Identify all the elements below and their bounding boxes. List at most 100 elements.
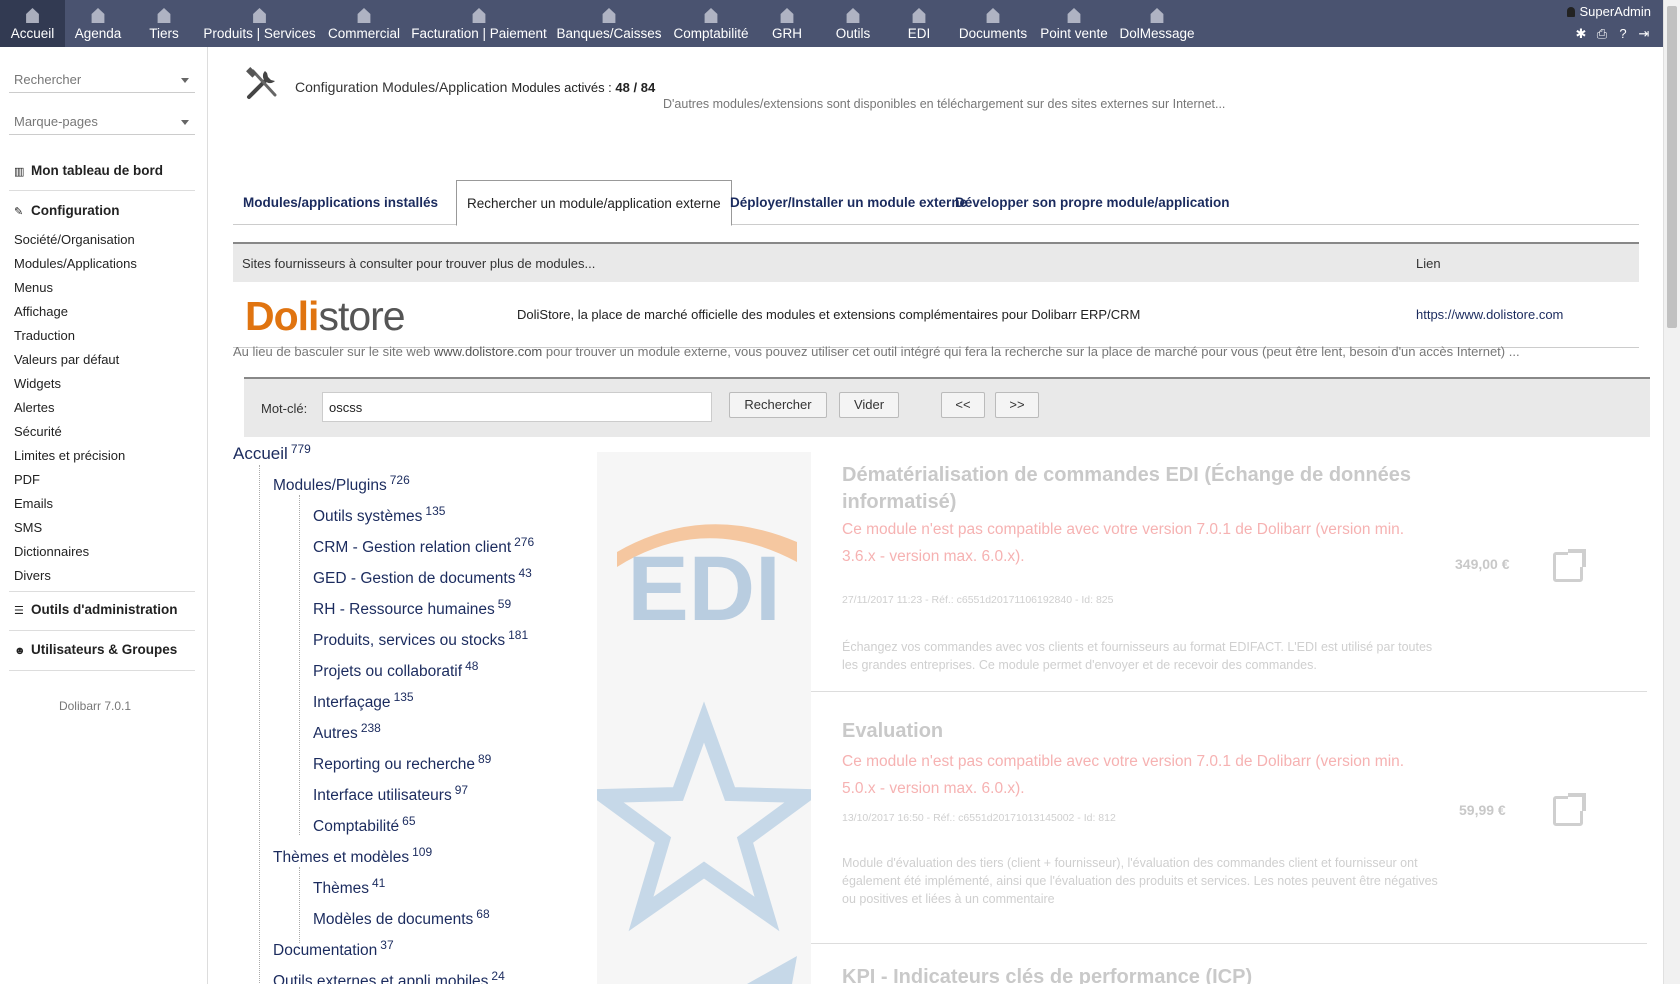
company-icon xyxy=(157,8,171,23)
product-description: Échangez vos commandes avec vos clients … xyxy=(842,640,1433,672)
tab-develop-module[interactable]: Développer son propre module/application xyxy=(945,180,1240,225)
sidebar-divider xyxy=(9,591,195,592)
tree-item[interactable]: Autres 238 xyxy=(313,721,381,743)
tree-item[interactable]: Projets ou collaboratif 48 xyxy=(313,659,478,681)
search-button[interactable]: Rechercher xyxy=(729,392,827,418)
sidebar-item-securite[interactable]: Sécurité xyxy=(14,424,62,439)
sidebar-item-modules[interactable]: Modules/Applications xyxy=(14,256,137,271)
sidebar-dashboard[interactable]: ▥ Mon tableau de bord xyxy=(9,163,195,178)
edi-icon xyxy=(912,8,926,23)
tree-item[interactable]: Reporting ou recherche 89 xyxy=(313,752,491,774)
users-icon: ☻ xyxy=(14,645,26,657)
clear-button[interactable]: Vider xyxy=(839,392,899,418)
product-compat-warning: Ce module n'est pas compatible avec votr… xyxy=(842,521,1405,565)
tab-installed-modules[interactable]: Modules/applications installés xyxy=(233,180,448,225)
bookmarks-select[interactable]: Marque-pages xyxy=(9,109,195,135)
user-login-link[interactable]: SuperAdmin xyxy=(1567,4,1651,19)
tree-themes-models[interactable]: Thèmes et modèles 109 xyxy=(273,845,432,867)
bug-icon[interactable]: ✱ xyxy=(1574,27,1588,41)
sidebar-item-pdf[interactable]: PDF xyxy=(14,472,40,487)
tree-item[interactable]: GED - Gestion de documents 43 xyxy=(313,566,532,588)
logout-icon[interactable]: ⇥ xyxy=(1637,27,1651,41)
nav-dolmessage[interactable]: DolMessage xyxy=(1112,0,1202,47)
sidebar-item-societe[interactable]: Société/Organisation xyxy=(14,232,135,247)
product-title[interactable]: Dématérialisation de commandes EDI (Écha… xyxy=(842,462,1432,516)
tree-item[interactable]: Produits, services ou stocks 181 xyxy=(313,628,528,650)
tree-connector xyxy=(259,465,260,984)
pos-icon xyxy=(1067,8,1081,23)
tree-item[interactable]: Interfaçage 135 xyxy=(313,690,414,712)
server-icon: ☰ xyxy=(14,605,24,617)
nav-comptabilite[interactable]: Comptabilité xyxy=(666,0,756,47)
tree-modules-plugins[interactable]: Modules/Plugins 726 xyxy=(273,473,410,495)
dolistore-logo: Dolistore xyxy=(245,293,406,339)
scrollbar-thumb[interactable] xyxy=(1667,6,1677,328)
sidebar-item-widgets[interactable]: Widgets xyxy=(14,376,61,391)
home-icon xyxy=(26,8,39,23)
tree-documentation[interactable]: Documentation 37 xyxy=(273,938,394,960)
col-header-sites: Sites fournisseurs à consulter pour trou… xyxy=(242,256,596,271)
nav-produits-services[interactable]: Produits | Services xyxy=(197,0,322,47)
nav-documents[interactable]: Documents xyxy=(950,0,1036,47)
product-image xyxy=(582,692,826,944)
tree-item[interactable]: Outils systèmes 135 xyxy=(313,504,445,526)
dolistore-inline-link[interactable]: www.dolistore.com xyxy=(434,344,542,359)
search-select[interactable]: Rechercher xyxy=(9,67,195,93)
tree-external-tools[interactable]: Outils externes et appli mobiles 24 xyxy=(273,969,505,984)
nav-edi[interactable]: EDI xyxy=(888,0,950,47)
sidebar-item-valeurs-defaut[interactable]: Valeurs par défaut xyxy=(14,352,119,367)
product-meta: 27/11/2017 11:23 - Réf.: c6551d201711061… xyxy=(842,594,1114,606)
product-title[interactable]: KPI - Indicateurs clés de performance (I… xyxy=(842,964,1432,984)
product-title[interactable]: Evaluation xyxy=(842,718,1432,745)
edi-logo-icon: EDI xyxy=(617,524,797,640)
sidebar-item-affichage[interactable]: Affichage xyxy=(14,304,68,319)
tree-item[interactable]: Thèmes 41 xyxy=(313,876,385,898)
user-area: SuperAdmin ✱ ⎙ ? ⇥ xyxy=(1567,4,1651,41)
product-image: EDI xyxy=(597,452,811,692)
nav-outils[interactable]: Outils xyxy=(818,0,888,47)
tree-item[interactable]: Interface utilisateurs 97 xyxy=(313,783,468,805)
keyword-label: Mot-clé: xyxy=(261,401,308,416)
dolmessage-icon xyxy=(1150,8,1164,23)
external-link-icon[interactable] xyxy=(1553,549,1586,582)
sidebar-configuration[interactable]: ✎ Configuration xyxy=(9,203,195,218)
billing-icon xyxy=(472,8,486,23)
sidebar-item-sms[interactable]: SMS xyxy=(14,520,42,535)
sidebar-item-menus[interactable]: Menus xyxy=(14,280,53,295)
keyword-input[interactable] xyxy=(322,392,712,422)
nav-accueil[interactable]: Accueil xyxy=(0,0,65,47)
nav-point-vente[interactable]: Point vente xyxy=(1036,0,1112,47)
nav-agenda[interactable]: Agenda xyxy=(65,0,131,47)
agenda-icon xyxy=(91,8,105,23)
page-subtitle: D'autres modules/extensions sont disponi… xyxy=(663,97,1226,111)
sidebar-users-groups[interactable]: ☻ Utilisateurs & Groupes xyxy=(9,642,195,657)
sidebar-divider xyxy=(9,630,195,631)
tree-item[interactable]: CRM - Gestion relation client 276 xyxy=(313,535,534,557)
nav-facturation-paiement[interactable]: Facturation | Paiement xyxy=(406,0,552,47)
nav-grh[interactable]: GRH xyxy=(756,0,818,47)
external-link-icon[interactable] xyxy=(1553,793,1586,826)
sidebar-item-alertes[interactable]: Alertes xyxy=(14,400,54,415)
nav-commercial[interactable]: Commercial xyxy=(322,0,406,47)
sidebar-item-traduction[interactable]: Traduction xyxy=(14,328,75,343)
nav-tiers[interactable]: Tiers xyxy=(131,0,197,47)
nav-banques-caisses[interactable]: Banques/Caisses xyxy=(552,0,666,47)
sidebar-item-divers[interactable]: Divers xyxy=(14,568,51,583)
tab-deploy-external[interactable]: Déployer/Installer un module externe xyxy=(720,180,977,225)
prev-page-button[interactable]: << xyxy=(941,392,985,418)
sidebar-item-emails[interactable]: Emails xyxy=(14,496,53,511)
documents-icon xyxy=(986,8,1000,23)
tree-item[interactable]: Comptabilité 65 xyxy=(313,814,416,836)
vertical-scrollbar[interactable] xyxy=(1663,0,1680,984)
dolistore-link[interactable]: https://www.dolistore.com xyxy=(1416,307,1563,322)
sidebar-admin-tools[interactable]: ☰ Outils d'administration xyxy=(9,602,195,617)
tab-search-external[interactable]: Rechercher un module/application externe xyxy=(456,180,732,226)
next-page-button[interactable]: >> xyxy=(995,392,1039,418)
tree-root[interactable]: Accueil 779 xyxy=(233,442,311,464)
help-icon[interactable]: ? xyxy=(1616,27,1630,41)
tree-item[interactable]: Modèles de documents 68 xyxy=(313,907,490,929)
sidebar-item-dictionnaires[interactable]: Dictionnaires xyxy=(14,544,89,559)
print-icon[interactable]: ⎙ xyxy=(1595,27,1609,41)
tree-item[interactable]: RH - Ressource humaines 59 xyxy=(313,597,511,619)
sidebar-item-limites[interactable]: Limites et précision xyxy=(14,448,125,463)
